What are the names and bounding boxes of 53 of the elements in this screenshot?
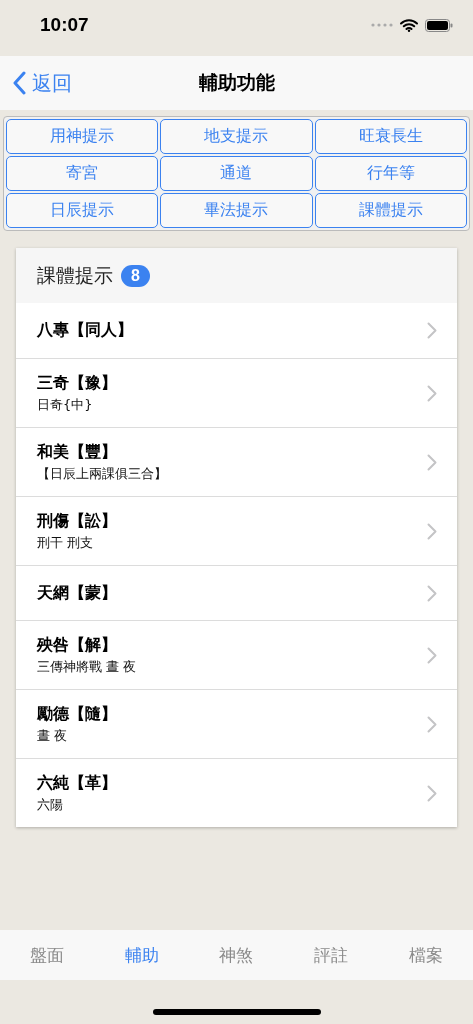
item-subtitle: 【日辰上兩課俱三合】 [37,464,167,483]
tab[interactable]: 神煞 [189,930,284,980]
item-title: 三奇【豫】 [37,372,117,394]
item-title: 八專【同人】 [37,320,133,341]
list-item[interactable]: 勵德【隨】 晝 夜 [16,689,457,758]
chevron-icon [427,584,437,602]
item-title: 六純【革】 [37,772,117,794]
status-time: 10:07 [40,14,89,36]
function-button[interactable]: 日辰提示 [6,193,159,228]
item-title: 殃咎【解】 [37,634,118,656]
list-item[interactable]: 天網【蒙】 [16,565,457,620]
list-item[interactable]: 刑傷【訟】 刑干 刑支 [16,496,457,565]
screen-title: 輔助功能 [198,70,275,95]
function-button[interactable]: 寄宮 [6,156,159,191]
list-item[interactable]: 和美【豐】 【日辰上兩課俱三合】 [16,427,457,496]
function-button[interactable]: 課體提示 [314,193,467,228]
chevron-icon [427,784,437,802]
item-title: 和美【豐】 [37,441,118,463]
item-subtitle: 日奇{中} [37,395,94,414]
card-title: 課體提示 [37,262,113,288]
function-button[interactable]: 畢法提示 [160,193,313,228]
item-title: 天網【蒙】 [37,582,117,604]
item-title: 刑傷【訟】 [37,510,117,532]
list-item[interactable]: 三奇【豫】 日奇{中} [16,358,457,427]
chevron-icon [427,715,437,733]
list-item[interactable]: 六純【革】 六陽 [16,758,457,827]
signal-dots-icon [371,23,393,27]
count-badge: 8 [121,264,150,287]
function-button[interactable]: 用神提示 [6,119,159,154]
item-subtitle: 刑干 刑支 [37,533,95,552]
back-chevron-icon [12,71,26,95]
item-subtitle: 六陽 [37,795,64,814]
function-button[interactable]: 地支提示 [160,119,313,154]
chevron-icon [427,384,437,402]
list-item[interactable]: 八專【同人】 [16,303,457,358]
back-button[interactable]: 返回 [0,69,72,97]
tab[interactable]: 盤面 [0,930,95,980]
function-button[interactable]: 行年等 [314,156,467,191]
tab[interactable]: 檔案 [378,930,473,980]
function-button[interactable]: 通道 [160,156,313,191]
item-subtitle: 三傳神將戰 晝 夜 [37,657,137,676]
chevron-icon [427,453,437,471]
chevron-icon [427,322,437,339]
chevron-icon [427,646,437,664]
item-title: 勵德【隨】 [37,703,117,725]
item-subtitle: 晝 夜 [37,726,69,745]
wifi-icon [400,18,418,32]
tab[interactable]: 輔助 [94,930,190,980]
function-button[interactable]: 旺衰長生 [314,119,467,154]
battery-icon [425,18,453,32]
list-item[interactable]: 殃咎【解】 三傳神將戰 晝 夜 [16,620,457,689]
chevron-icon [427,522,437,540]
tab[interactable]: 評註 [283,930,379,980]
